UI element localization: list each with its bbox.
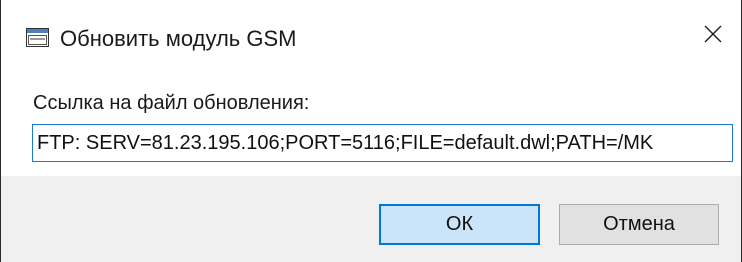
update-url-input[interactable] bbox=[32, 124, 733, 162]
dialog-footer: ОК Отмена bbox=[1, 176, 741, 262]
cancel-button[interactable]: Отмена bbox=[559, 204, 719, 245]
dialog-content: Ссылка на файл обновления: bbox=[1, 68, 741, 176]
window-app-icon bbox=[26, 28, 49, 47]
update-gsm-dialog: Обновить модуль GSM Ссылка на файл обнов… bbox=[0, 0, 742, 262]
close-button[interactable] bbox=[685, 0, 741, 68]
ok-button[interactable]: ОК bbox=[379, 204, 540, 245]
update-file-link-label: Ссылка на файл обновления: bbox=[33, 92, 310, 114]
cancel-button-label: Отмена bbox=[603, 213, 675, 235]
window-title: Обновить модуль GSM bbox=[60, 26, 297, 51]
close-icon bbox=[704, 25, 722, 43]
ok-button-label: ОК bbox=[445, 213, 474, 235]
title-bar[interactable]: Обновить модуль GSM bbox=[1, 0, 741, 68]
